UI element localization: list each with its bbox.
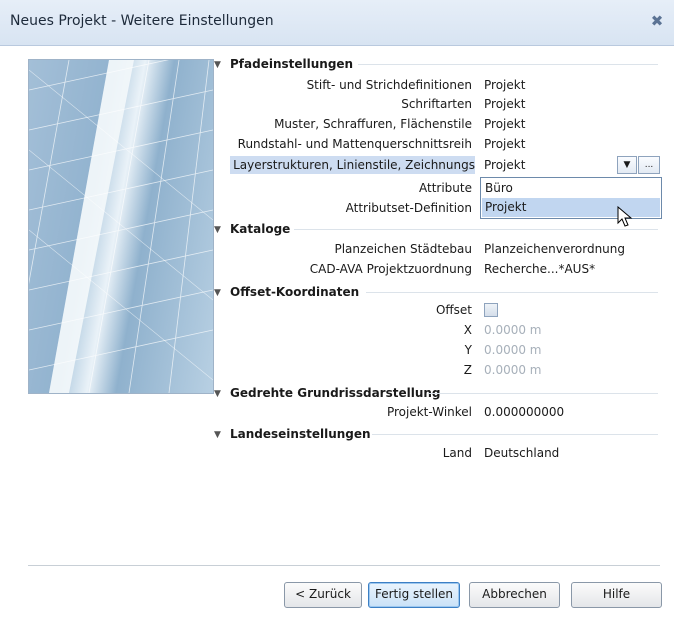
value-z: 0.0000 m <box>484 363 542 377</box>
label-layerstrukturen: Layerstrukturen, Linienstile, Zeichnungs <box>230 156 475 174</box>
value-schriftarten[interactable]: Projekt <box>484 97 525 111</box>
value-land[interactable]: Deutschland <box>484 446 559 460</box>
label-cad-ava: CAD-AVA Projektzuordnung <box>309 262 472 276</box>
label-projekt-winkel: Projekt-Winkel <box>386 405 472 419</box>
section-divider <box>358 64 658 65</box>
building-image <box>28 59 214 394</box>
dropdown-list: Büro Projekt <box>480 177 662 219</box>
value-stift[interactable]: Projekt <box>484 78 525 92</box>
label-stift: Stift- und Strichdefinitionen <box>306 78 472 92</box>
collapse-arrow-icon[interactable]: ▼ <box>214 60 221 70</box>
section-divider <box>428 393 658 394</box>
mouse-cursor-icon <box>617 206 633 227</box>
browse-button[interactable]: ... <box>638 156 660 174</box>
finish-button[interactable]: Fertig stellen <box>368 582 460 608</box>
label-schriftarten: Schriftarten <box>401 97 472 111</box>
value-layerstrukturen[interactable]: Projekt <box>484 158 525 172</box>
collapse-arrow-icon[interactable]: ▼ <box>214 389 221 399</box>
collapse-arrow-icon[interactable]: ▼ <box>214 430 221 440</box>
value-muster[interactable]: Projekt <box>484 117 525 131</box>
section-title-landes: Landeseinstellungen <box>230 427 371 441</box>
collapse-arrow-icon[interactable]: ▼ <box>214 288 221 298</box>
help-button[interactable]: Hilfe <box>571 582 662 608</box>
value-planzeichen[interactable]: Planzeichenverordnung <box>484 242 625 256</box>
dropdown-option-buero[interactable]: Büro <box>482 179 660 198</box>
label-planzeichen: Planzeichen Städtebau <box>334 242 472 256</box>
label-rundstahl: Rundstahl- und Mattenquerschnittsreih <box>237 137 472 151</box>
value-projekt-winkel[interactable]: 0.000000000 <box>484 405 564 419</box>
value-y: 0.0000 m <box>484 343 542 357</box>
section-title-kataloge: Kataloge <box>230 222 291 236</box>
label-muster: Muster, Schraffuren, Flächenstile <box>274 117 472 131</box>
dropdown-option-projekt[interactable]: Projekt <box>482 198 660 217</box>
section-title-offset: Offset-Koordinaten <box>230 285 360 299</box>
label-attributset: Attributset-Definition <box>345 201 472 215</box>
label-y: Y <box>464 343 472 357</box>
label-land: Land <box>442 446 472 460</box>
label-z: Z <box>463 363 472 377</box>
value-cad-ava[interactable]: Recherche...*AUS* <box>484 262 595 276</box>
title-bar: Neues Projekt - Weitere Einstellungen ✖ <box>0 0 674 46</box>
label-attribute: Attribute <box>419 181 472 195</box>
back-button[interactable]: < Zurück <box>284 582 362 608</box>
value-x: 0.0000 m <box>484 323 542 337</box>
label-offset: Offset <box>435 303 472 317</box>
chevron-down-icon[interactable]: ▼ <box>617 156 637 174</box>
section-title-gedreht: Gedrehte Grundrissdarstellung <box>230 386 441 400</box>
section-divider <box>366 292 658 293</box>
value-rundstahl[interactable]: Projekt <box>484 137 525 151</box>
collapse-arrow-icon[interactable]: ▼ <box>214 225 221 235</box>
section-title-pfad: Pfadeinstellungen <box>230 57 354 71</box>
window-title: Neues Projekt - Weitere Einstellungen <box>10 13 274 29</box>
footer-divider <box>28 565 660 566</box>
section-divider <box>294 229 658 230</box>
label-x: X <box>463 323 472 337</box>
offset-checkbox[interactable] <box>484 303 498 317</box>
section-divider <box>372 434 658 435</box>
cancel-button[interactable]: Abbrechen <box>469 582 560 608</box>
close-icon[interactable]: ✖ <box>646 10 668 32</box>
